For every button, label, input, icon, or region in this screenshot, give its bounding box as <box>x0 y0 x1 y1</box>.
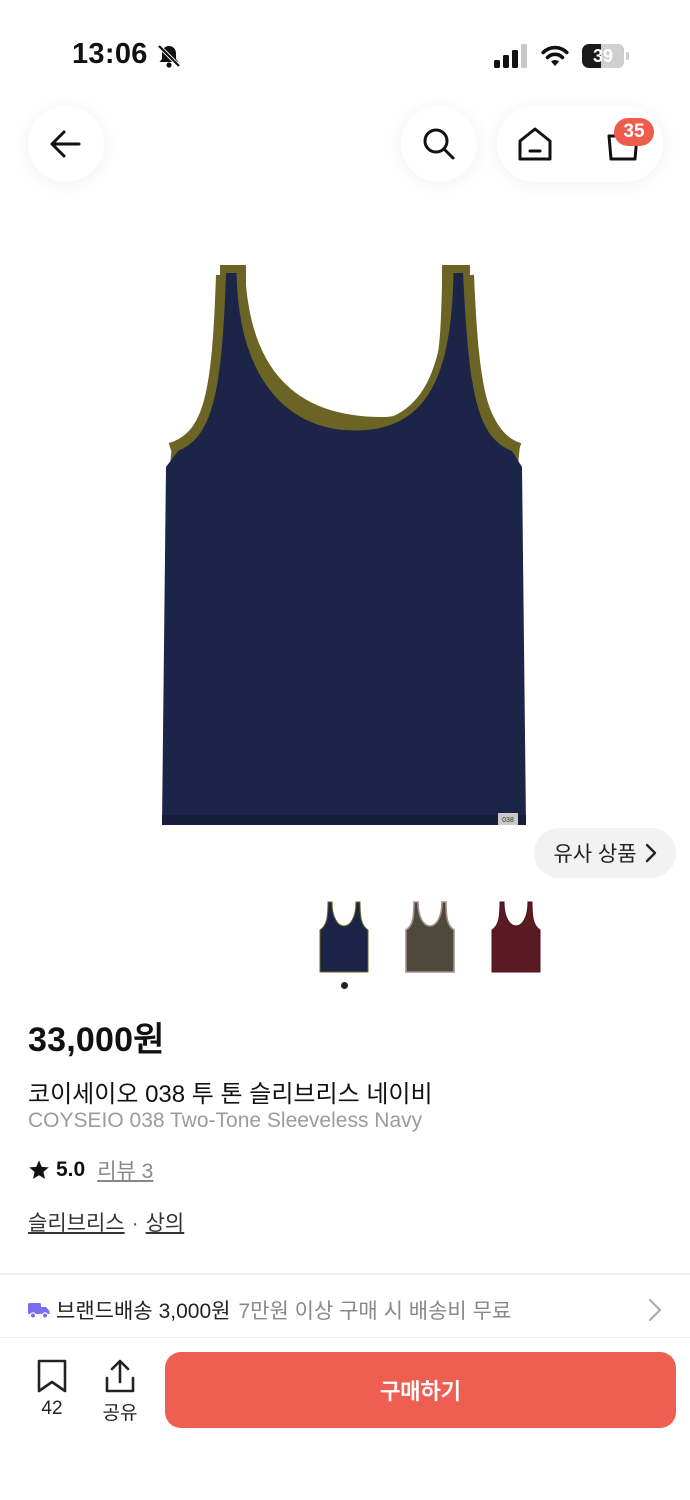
product-name-en: COYSEIO 038 Two-Tone Sleeveless Navy <box>28 1109 423 1132</box>
shipping-fee: 3,000원 <box>158 1300 231 1323</box>
cellular-signal-icon <box>494 44 527 68</box>
share-label: 공유 <box>102 1403 138 1424</box>
review-link[interactable]: 리뷰 3 <box>97 1155 153 1185</box>
arrow-left-icon <box>50 130 81 158</box>
shipping-info-row[interactable]: 브랜드배송 3,000원 7만원 이상 구매 시 배송비 무료 <box>28 1294 668 1326</box>
shipping-note: 7만원 이상 구매 시 배송비 무료 <box>238 1300 512 1323</box>
rating-score: 5.0 <box>56 1158 86 1181</box>
status-time: 13:06 <box>72 38 148 70</box>
section-divider <box>0 1273 690 1275</box>
chevron-right-icon <box>645 843 656 863</box>
product-image[interactable]: 038 <box>150 255 540 835</box>
thumbnail-khaki[interactable] <box>402 898 458 974</box>
category-separator: · <box>131 1212 139 1235</box>
bookmark-icon <box>37 1359 67 1393</box>
thumbnail-burgundy[interactable] <box>488 898 544 974</box>
product-name-ko: 코이세이오 038 투 톤 슬리브리스 네이비 <box>28 1081 433 1108</box>
search-icon <box>423 128 455 160</box>
back-button[interactable] <box>28 106 104 182</box>
battery-indicator: 39 <box>582 44 630 68</box>
home-icon[interactable] <box>515 124 555 164</box>
tank-top-illustration: 038 <box>162 265 526 825</box>
category-link-top[interactable]: 상의 <box>146 1212 185 1235</box>
star-icon <box>29 1160 49 1179</box>
bottom-bar-divider <box>0 1337 690 1338</box>
cart-count-badge: 35 <box>614 118 654 146</box>
rating-row: 5.0 리뷰 3 <box>28 1155 153 1185</box>
carousel-page-indicator <box>341 982 348 989</box>
search-button[interactable] <box>401 106 477 182</box>
shipping-label: 브랜드배송 <box>56 1300 153 1323</box>
battery-level: 39 <box>592 46 614 66</box>
share-button[interactable]: 공유 <box>90 1358 150 1428</box>
home-cart-group: 35 <box>497 106 663 182</box>
category-link-sleeveless[interactable]: 슬리브리스 <box>28 1212 125 1235</box>
product-price: 33,000원 <box>28 1021 165 1059</box>
wifi-icon <box>541 45 569 66</box>
similar-products-label: 유사 상품 <box>553 843 637 866</box>
bell-muted-icon <box>157 44 181 68</box>
color-thumbnails <box>0 898 690 978</box>
category-breadcrumb: 슬리브리스 · 상의 <box>28 1207 184 1237</box>
chevron-right-icon <box>649 1299 661 1321</box>
bookmark-count: 42 <box>41 1398 63 1419</box>
label-tag: 038 <box>502 817 514 824</box>
thumbnail-navy[interactable] <box>316 898 372 974</box>
delivery-truck-icon <box>28 1303 50 1319</box>
share-icon <box>105 1359 135 1393</box>
status-bar: 13:06 39 <box>0 0 690 100</box>
similar-products-button[interactable]: 유사 상품 <box>534 828 676 878</box>
bookmark-button[interactable]: 42 <box>22 1358 82 1428</box>
buy-button[interactable]: 구매하기 <box>165 1352 676 1428</box>
